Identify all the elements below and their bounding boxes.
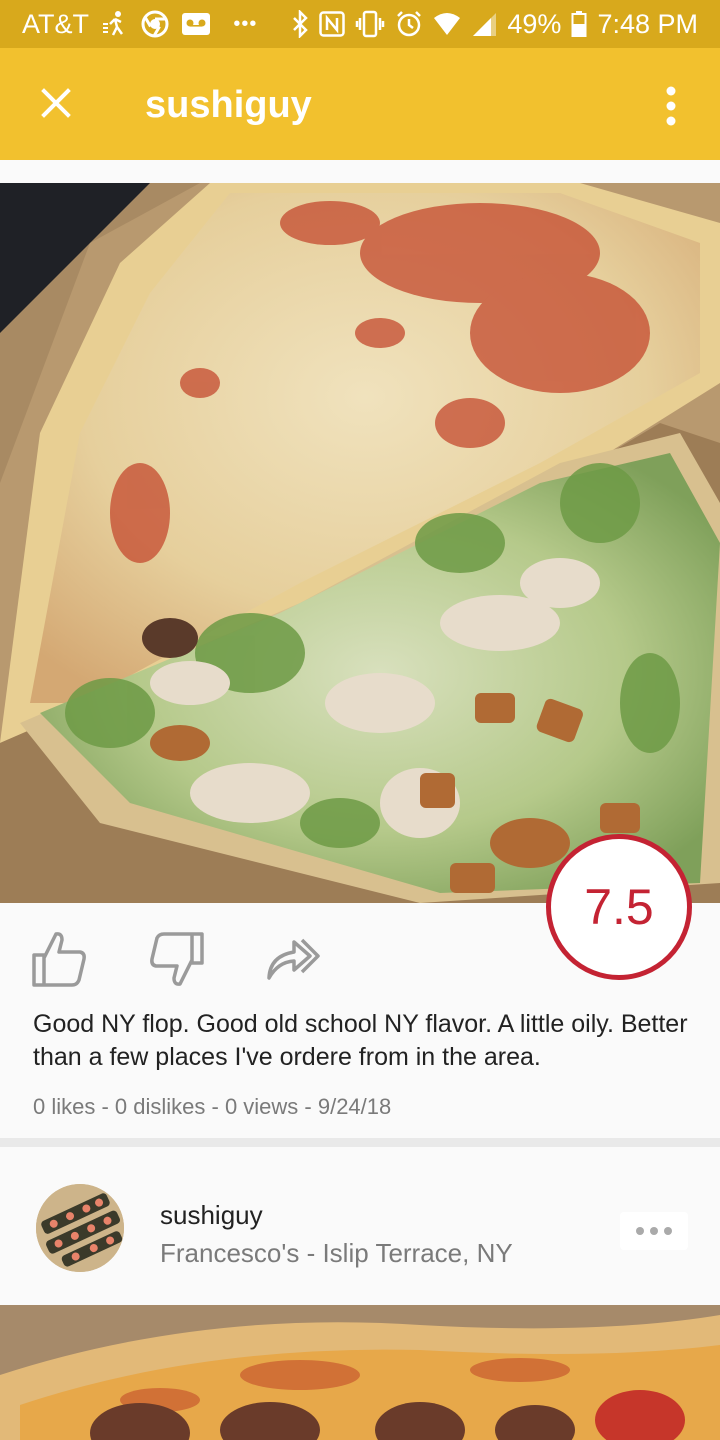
like-button[interactable] [30, 930, 88, 988]
post-photo[interactable] [0, 183, 720, 903]
rating-badge: 7.5 [546, 834, 692, 980]
walking-icon [101, 10, 129, 38]
wifi-icon [433, 12, 461, 36]
vertical-dots-icon [666, 86, 676, 126]
close-icon [41, 88, 71, 118]
signal-icon [471, 12, 497, 36]
carrier-label: AT&T [22, 8, 89, 39]
post-more-button[interactable] [620, 1212, 688, 1250]
pizza-photo-image [0, 1305, 720, 1440]
post-location[interactable]: Francesco's - Islip Terrace, NY [160, 1238, 513, 1269]
clock: 7:48 PM [597, 8, 698, 39]
post-username[interactable]: sushiguy [160, 1200, 263, 1231]
dislike-button[interactable] [148, 930, 206, 988]
page-title: sushiguy [145, 84, 312, 126]
share-icon [267, 938, 320, 980]
alarm-icon [395, 10, 423, 38]
pizza-photo-image [0, 183, 720, 903]
card-divider [0, 1138, 720, 1147]
overflow-menu-button[interactable] [658, 78, 684, 134]
sushi-avatar-image [36, 1184, 124, 1272]
thumbs-up-icon [32, 932, 86, 987]
close-button[interactable] [34, 81, 78, 125]
more-dots-icon [636, 1227, 644, 1235]
more-dot [664, 1227, 672, 1235]
vibrate-icon [355, 10, 385, 38]
app-bar: sushiguy [0, 48, 720, 160]
battery-icon [571, 10, 587, 38]
battery-percent: 49% [507, 8, 562, 39]
more-dot [650, 1227, 658, 1235]
voicemail-icon [181, 12, 211, 36]
avatar[interactable] [36, 1184, 124, 1272]
bluetooth-icon [291, 10, 309, 38]
share-button[interactable] [264, 932, 322, 982]
thumbs-down-icon [150, 932, 204, 986]
rating-value: 7.5 [584, 879, 654, 935]
chrome-icon [141, 10, 169, 38]
next-post-photo[interactable] [0, 1305, 720, 1440]
post-stats: 0 likes - 0 dislikes - 0 views - 9/24/18 [33, 1094, 392, 1119]
nfc-icon [319, 11, 346, 37]
more-icon: ••• [233, 12, 258, 35]
status-bar: AT&T ••• 49% 7:48 PM [0, 0, 720, 48]
review-text: Good NY flop. Good old school NY flavor.… [33, 1010, 688, 1071]
